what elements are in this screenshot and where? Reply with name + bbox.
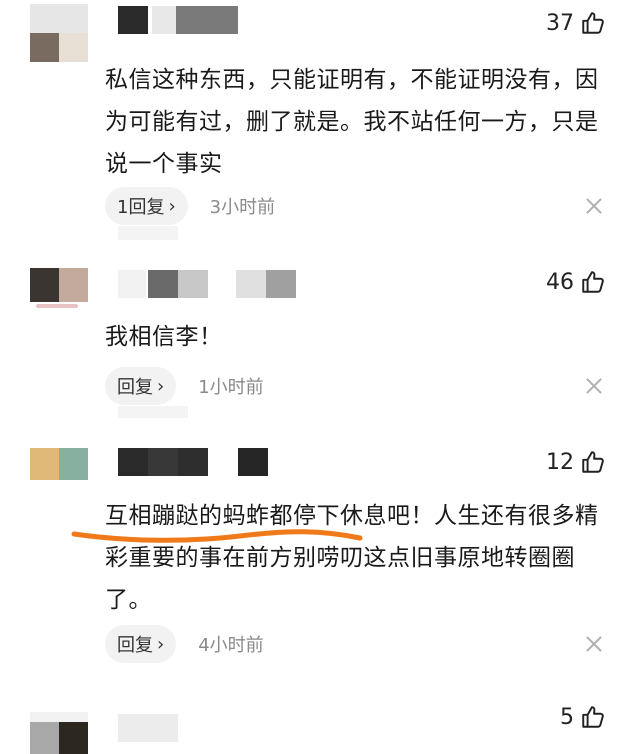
avatar[interactable]	[30, 268, 88, 308]
reply-row: 1回复 › 3小时前	[105, 187, 275, 225]
chevron-right-icon: ›	[157, 633, 165, 655]
like-button[interactable]: 37	[546, 10, 606, 36]
like-count: 5	[560, 704, 574, 730]
like-button[interactable]: 12	[546, 449, 606, 475]
reply-row: 回复 › 1小时前	[105, 367, 264, 405]
close-icon[interactable]	[584, 634, 604, 654]
timestamp: 3小时前	[209, 197, 276, 218]
close-icon[interactable]	[584, 376, 604, 396]
like-button[interactable]: 46	[546, 269, 606, 295]
thumbs-up-icon	[582, 271, 604, 293]
comment-text: 我相信李！	[105, 324, 223, 350]
underline-annotation	[71, 529, 363, 543]
reply-label: 回复	[117, 635, 153, 656]
reply-button[interactable]: 1回复 ›	[105, 187, 188, 225]
username[interactable]	[118, 714, 178, 742]
close-icon[interactable]	[584, 196, 604, 216]
comment-item: 46 我相信李！ 回复 › 1小时前	[0, 262, 640, 422]
username[interactable]	[118, 270, 298, 298]
comment-text: 私信这种东西，只能证明有，不能证明没有，因为可能有过，删了就是。我不站任何一方，…	[105, 67, 599, 177]
like-count: 12	[546, 449, 574, 475]
reply-label: 1回复	[117, 197, 165, 218]
like-count: 46	[546, 269, 574, 295]
like-count: 37	[546, 10, 574, 36]
reply-label: 回复	[117, 377, 153, 398]
comment-item: 12 互相蹦跶的蚂蚱都停下休息吧！人生还有很多精彩重要的事在前方别唠叨这点旧事原…	[0, 444, 640, 674]
avatar[interactable]	[30, 712, 88, 754]
placeholder-block	[118, 226, 178, 240]
chevron-right-icon: ›	[157, 375, 165, 397]
avatar[interactable]	[30, 448, 88, 480]
thumbs-up-icon	[582, 451, 604, 473]
username[interactable]	[118, 6, 238, 34]
reply-row: 回复 › 4小时前	[105, 625, 264, 663]
placeholder-block	[118, 406, 188, 418]
reply-button[interactable]: 回复 ›	[105, 367, 177, 405]
thumbs-up-icon	[582, 12, 604, 34]
thumbs-up-icon	[582, 706, 604, 728]
avatar[interactable]	[30, 4, 88, 62]
username[interactable]	[118, 448, 268, 476]
comment-item: 5	[0, 690, 640, 754]
like-button[interactable]: 5	[560, 704, 606, 730]
comment-item: 37 私信这种东西，只能证明有，不能证明没有，因为可能有过，删了就是。我不站任何…	[0, 0, 640, 250]
chevron-right-icon: ›	[168, 195, 176, 217]
reply-button[interactable]: 回复 ›	[105, 625, 177, 663]
timestamp: 1小时前	[198, 377, 264, 398]
timestamp: 4小时前	[198, 635, 264, 656]
